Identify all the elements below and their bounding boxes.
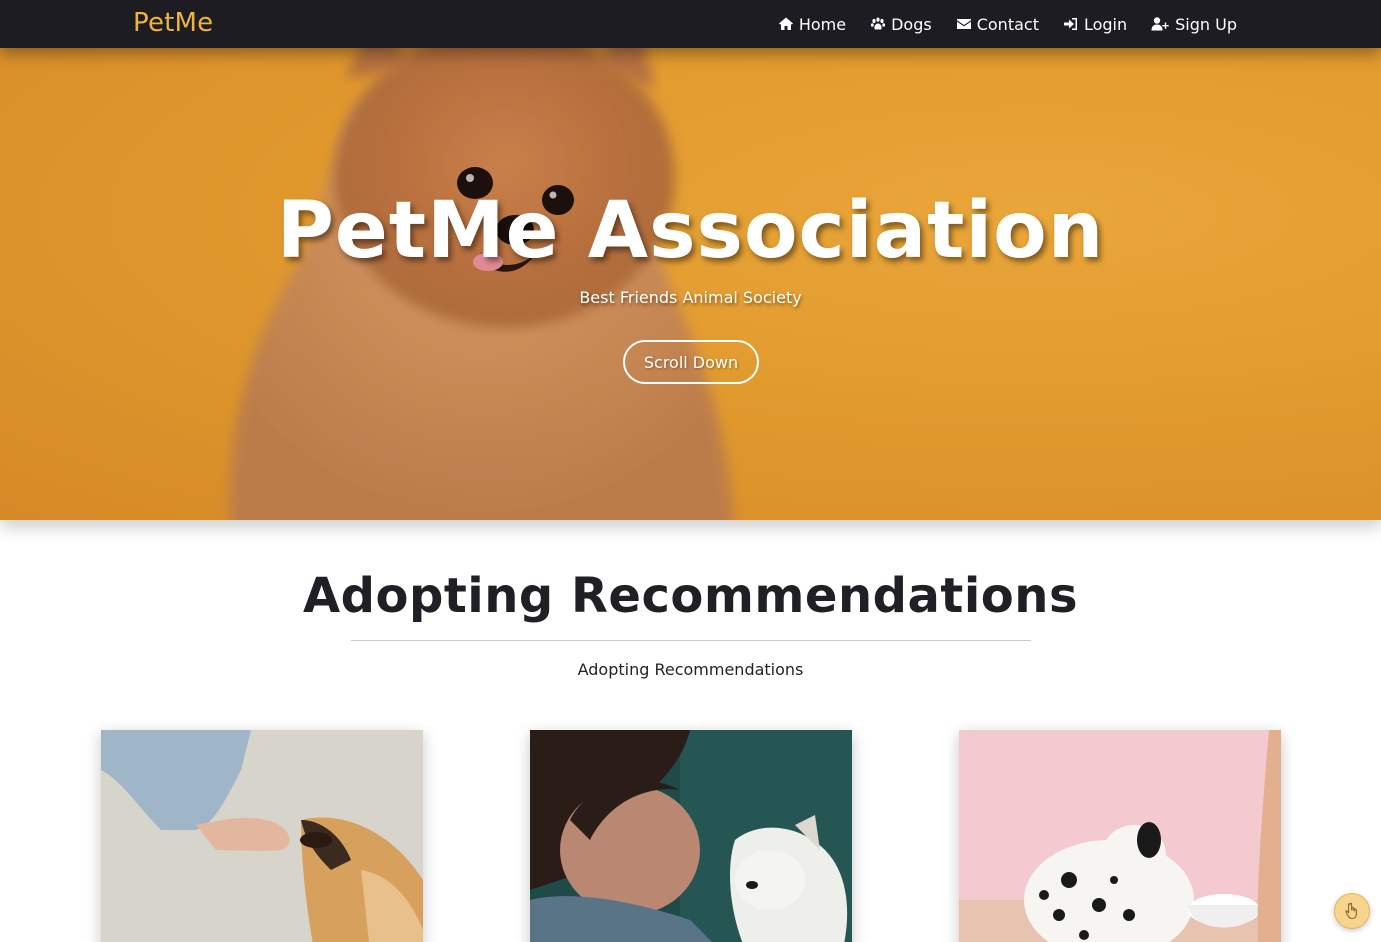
hand-pointer-icon	[1345, 902, 1357, 920]
nav-home-label: Home	[798, 14, 847, 34]
brand-logo[interactable]: PetMe	[133, 8, 213, 38]
recommendation-card-2[interactable]	[530, 730, 852, 942]
user-plus-icon	[1151, 16, 1170, 32]
woman-with-white-dog-photo	[530, 730, 852, 942]
nav-dogs-label: Dogs	[891, 14, 932, 34]
nav-contact-link[interactable]: Contact	[956, 15, 1039, 34]
hand-feeding-dog-photo	[101, 730, 423, 942]
nav-login-link[interactable]: Login	[1063, 15, 1127, 34]
nav-links: Home Dogs Contact Login Sign Up	[754, 0, 1237, 48]
section-title: Adopting Recommendations	[302, 568, 1079, 624]
floating-action-button[interactable]	[1334, 893, 1370, 929]
recommendation-card-1[interactable]	[101, 730, 423, 942]
dalmatian-puppy-bowl-photo	[959, 730, 1281, 942]
envelope-icon	[956, 16, 972, 32]
hero-title: PetMe Association	[276, 186, 1105, 276]
nav-dogs-link[interactable]: Dogs	[870, 15, 932, 34]
nav-signup-link[interactable]: Sign Up	[1151, 15, 1237, 34]
navbar: PetMe Home Dogs Contact Login Sign Up	[0, 0, 1381, 48]
sign-in-icon	[1063, 16, 1079, 32]
nav-login-label: Login	[1083, 14, 1128, 34]
home-icon	[778, 16, 794, 32]
hero-subtitle: Best Friends Animal Society	[579, 288, 802, 307]
section-subtitle: Adopting Recommendations	[577, 660, 804, 679]
nav-contact-label: Contact	[976, 14, 1039, 34]
recommendation-card-3[interactable]	[959, 730, 1281, 942]
section-divider	[351, 640, 1031, 641]
hero-banner: PetMe Association Best Friends Animal So…	[0, 48, 1381, 520]
paw-icon	[870, 16, 886, 32]
scroll-down-button[interactable]: Scroll Down	[623, 340, 759, 384]
nav-signup-label: Sign Up	[1175, 14, 1237, 34]
nav-home-link[interactable]: Home	[778, 15, 846, 34]
pomeranian-photo	[229, 48, 734, 520]
